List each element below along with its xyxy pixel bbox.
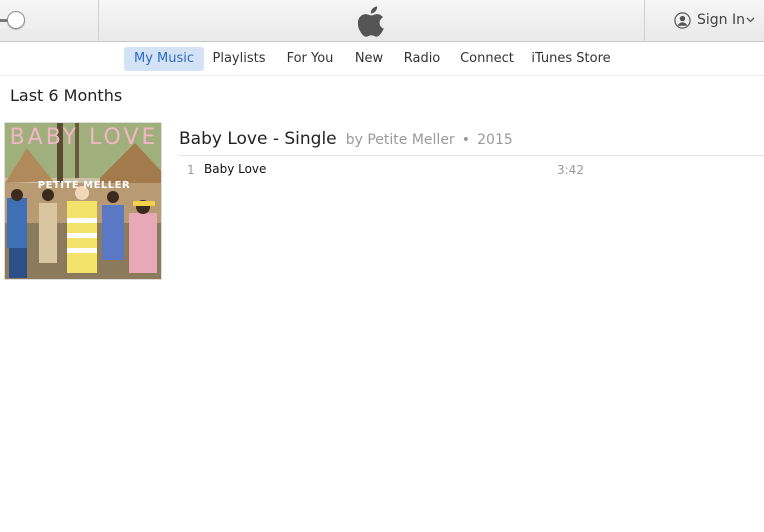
album-artist-link[interactable]: by Petite Meller [346,132,455,148]
tab-new[interactable]: New [349,47,389,71]
volume-slider-knob[interactable] [7,11,25,29]
tab-for-you[interactable]: For You [280,47,340,71]
title-bar: Sign In [0,0,764,42]
volume-control[interactable] [0,0,99,42]
album-year: 2015 [477,132,513,148]
album-header: Baby Love - Single by Petite Meller • 20… [179,129,513,149]
tab-connect[interactable]: Connect [455,47,519,71]
album-artwork[interactable]: BABY LOVE PETITE MELLER [4,122,162,280]
main-nav: My Music Playlists For You New Radio Con… [0,43,764,76]
track-row[interactable]: 1 Baby Love 3:42 [179,158,589,181]
chevron-down-icon [746,17,755,23]
apple-logo-icon [358,6,384,37]
track-duration: 3:42 [557,163,584,177]
album-meta-separator: • [461,132,471,148]
tab-itunes-store[interactable]: iTunes Store [528,47,614,71]
sign-in-button[interactable]: Sign In [644,0,764,42]
user-circle-icon [674,12,691,29]
track-number: 1 [187,163,195,177]
tab-my-music[interactable]: My Music [124,47,204,71]
album-art-title-text: BABY LOVE [9,125,159,150]
album-art-artist-text: PETITE MELLER [37,180,131,191]
section-title: Last 6 Months [10,86,123,105]
album-divider [179,155,764,156]
sign-in-label: Sign In [697,12,745,28]
tab-playlists[interactable]: Playlists [209,47,269,71]
tab-radio[interactable]: Radio [399,47,445,71]
album-title[interactable]: Baby Love - Single [179,129,337,149]
track-name[interactable]: Baby Love [204,162,266,176]
